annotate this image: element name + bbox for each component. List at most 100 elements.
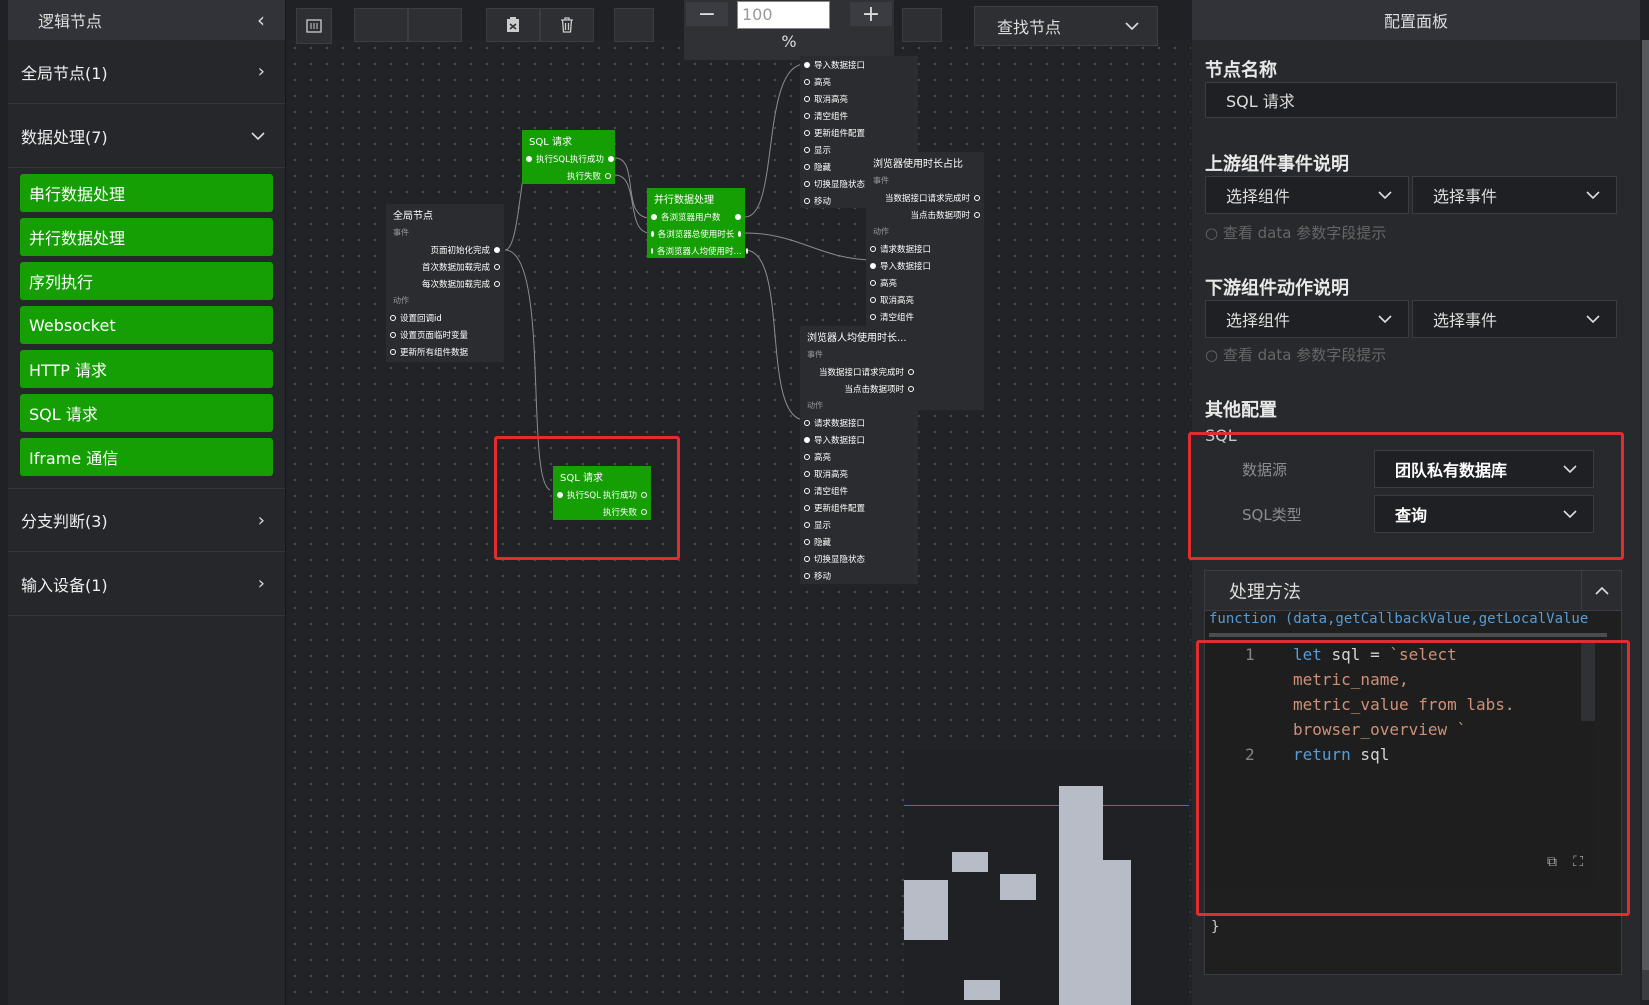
node-port-row: 首次数据加载完成	[386, 258, 504, 275]
port-in[interactable]	[557, 491, 563, 498]
port-out[interactable]	[607, 155, 614, 162]
chevron-up-icon	[1594, 586, 1609, 595]
port-in[interactable]	[651, 213, 657, 220]
panel-scrollbar[interactable]	[1642, 40, 1649, 1000]
port-label: 各浏览器总使用时长	[657, 229, 735, 240]
port-in[interactable]	[870, 262, 876, 269]
port-in[interactable]	[870, 279, 876, 286]
port-in[interactable]	[804, 129, 810, 136]
port-out[interactable]	[738, 230, 741, 237]
port-label: 取消高亮	[880, 295, 915, 306]
node-port-row: 设置回调id	[386, 309, 504, 326]
upstream-label: 上游组件事件说明	[1205, 154, 1349, 175]
port-in[interactable]	[651, 247, 653, 254]
port-out[interactable]	[494, 263, 500, 270]
port-in[interactable]	[390, 331, 396, 338]
port-out[interactable]	[908, 368, 914, 375]
port-in[interactable]	[804, 112, 810, 119]
node-name-label: 节点名称	[1205, 60, 1277, 81]
closing-brace: }	[1211, 919, 1220, 935]
node-title: 浏览器使用时长占比	[873, 158, 963, 170]
upstream-component-select[interactable]: 选择组件	[1205, 176, 1409, 214]
port-out[interactable]	[494, 246, 500, 253]
node-port-row: 显示	[800, 516, 918, 533]
port-in[interactable]	[804, 163, 810, 170]
port-out[interactable]	[908, 385, 914, 392]
port-in[interactable]	[804, 78, 810, 85]
port-out[interactable]	[605, 172, 611, 179]
port-in[interactable]	[804, 419, 810, 426]
select-value: 选择事件	[1433, 311, 1498, 330]
node-avg-chart[interactable]: 浏览器人均使用时长... 事件 当数据接口请求完成时 当点击数据项时 动作 请求…	[800, 326, 918, 584]
port-out[interactable]	[494, 280, 500, 287]
port-in[interactable]	[804, 453, 810, 460]
port-label: 执行成功	[602, 490, 637, 501]
port-in[interactable]	[390, 314, 396, 321]
port-in[interactable]	[804, 436, 810, 443]
node-sql-2[interactable]: SQL 请求 执行SQL 执行成功 执行失败	[553, 466, 651, 520]
collapse-up-button[interactable]	[1581, 570, 1621, 611]
scroll-thumb[interactable]	[1642, 40, 1649, 970]
node-name-input[interactable]: SQL 请求	[1205, 82, 1617, 118]
port-in[interactable]	[804, 197, 810, 204]
downstream-event-select[interactable]: 选择事件	[1412, 300, 1617, 338]
port-in[interactable]	[804, 146, 810, 153]
port-in[interactable]	[804, 61, 810, 68]
downstream-component-select[interactable]: 选择组件	[1205, 300, 1409, 338]
editor-hscroll[interactable]	[1209, 633, 1607, 637]
upstream-event-select[interactable]: 选择事件	[1412, 176, 1617, 214]
port-in[interactable]	[804, 538, 810, 545]
port-label: 高亮	[814, 77, 832, 88]
port-in[interactable]	[804, 572, 810, 579]
port-in[interactable]	[804, 470, 810, 477]
port-out[interactable]	[735, 213, 741, 220]
port-in[interactable]	[870, 296, 876, 303]
hint-text: 查看 data 参数字段提示	[1222, 224, 1387, 242]
port-in[interactable]	[651, 230, 654, 237]
port-in[interactable]	[804, 504, 810, 511]
port-out[interactable]	[641, 508, 647, 515]
node-port-row: 当点击数据项时	[800, 380, 918, 397]
node-title: 并行数据处理	[654, 194, 714, 206]
port-label: 首次数据加载完成	[421, 262, 490, 273]
port-in[interactable]	[804, 555, 810, 562]
port-out[interactable]	[974, 211, 980, 218]
port-label: 更新组件配置	[814, 503, 866, 514]
minimap[interactable]	[904, 750, 1189, 1005]
chevron-down-icon	[1586, 190, 1600, 199]
node-port-row: 各浏览器总使用时长	[647, 225, 745, 242]
port-out[interactable]	[974, 194, 980, 201]
port-in[interactable]	[526, 155, 532, 162]
port-in[interactable]	[804, 521, 810, 528]
port-in[interactable]	[804, 487, 810, 494]
port-label: 请求数据接口	[880, 244, 932, 255]
port-in[interactable]	[804, 180, 810, 187]
port-in[interactable]	[870, 313, 876, 320]
node-section-label: 事件	[807, 350, 823, 359]
node-parallel[interactable]: 并行数据处理 各浏览器用户数 各浏览器总使用时长 各浏览器人均使用时...	[647, 188, 748, 258]
downstream-label: 下游组件动作说明	[1205, 278, 1349, 299]
port-in[interactable]	[390, 348, 396, 355]
node-port-row: 请求数据接口	[866, 240, 984, 257]
minimap-block	[904, 880, 948, 940]
port-label: 显示	[814, 520, 832, 531]
port-in[interactable]	[804, 95, 810, 102]
node-title: 全局节点	[393, 210, 433, 222]
node-sql-1[interactable]: SQL 请求 执行SQL 执行成功 执行失败	[522, 130, 615, 184]
node-title: SQL 请求	[529, 136, 572, 148]
minimap-block	[964, 980, 1000, 1000]
port-label: 导入数据接口	[814, 60, 866, 71]
port-in[interactable]	[870, 245, 876, 252]
node-global[interactable]: 全局节点 事件 页面初始化完成 首次数据加载完成 每次数据加载完成 动作 设置回…	[386, 204, 504, 362]
downstream-hint[interactable]: ○ 查看 data 参数字段提示	[1205, 344, 1386, 365]
node-port-row: 导入数据接口	[800, 431, 918, 448]
node-section-label: 事件	[393, 228, 409, 237]
port-label: 当点击数据项时	[910, 210, 970, 221]
port-out[interactable]	[641, 491, 647, 498]
port-label: 高亮	[814, 452, 832, 463]
node-port-row: 切换显隐状态	[800, 550, 918, 567]
port-out[interactable]	[745, 247, 748, 254]
upstream-hint[interactable]: ○ 查看 data 参数字段提示	[1205, 222, 1386, 243]
select-value: 选择组件	[1226, 187, 1291, 206]
port-label: 执行失败	[566, 171, 601, 182]
